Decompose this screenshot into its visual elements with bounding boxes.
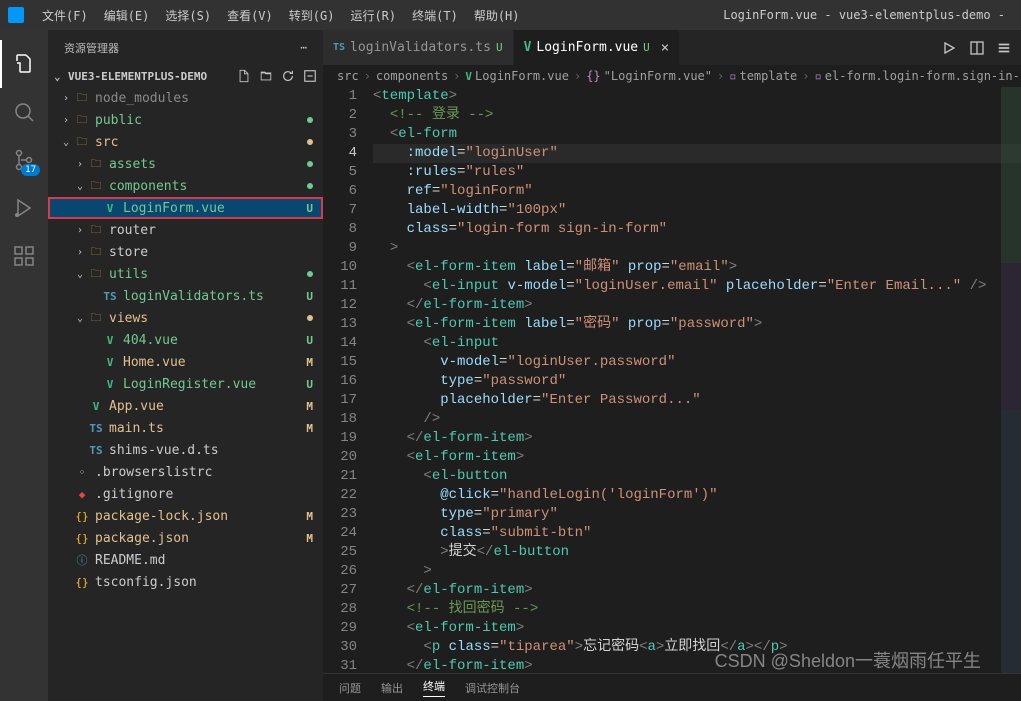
run-debug-icon[interactable]	[0, 184, 48, 232]
new-file-icon[interactable]	[237, 69, 251, 83]
window-title: LoginForm.vue - vue3-elementplus-demo -	[528, 8, 1014, 22]
menu-item[interactable]: 转到(G)	[281, 7, 343, 24]
menu-item[interactable]: 终端(T)	[404, 7, 466, 24]
explorer-icon[interactable]	[0, 40, 48, 88]
more-icon[interactable]	[997, 41, 1011, 55]
menu-item[interactable]: 帮助(H)	[466, 7, 528, 24]
tree-item[interactable]: ›🗀store	[48, 241, 323, 263]
tree-item[interactable]: VLoginRegister.vueU	[48, 373, 323, 395]
file-tree: ›🗀node_modules›🗀public⌄🗀src›🗀assets⌄🗀com…	[48, 87, 323, 701]
project-header[interactable]: ⌄ VUE3-ELEMENTPLUS-DEMO	[48, 65, 323, 87]
tree-item[interactable]: ⌄🗀utils	[48, 263, 323, 285]
sidebar-title: 资源管理器	[64, 40, 119, 56]
breadcrumb-item[interactable]: components	[376, 69, 448, 83]
titlebar: 文件(F)编辑(E)选择(S)查看(V)转到(G)运行(R)终端(T)帮助(H)…	[0, 0, 1021, 30]
tree-item[interactable]: VHome.vueM	[48, 351, 323, 373]
tree-item[interactable]: ◆.gitignore	[48, 483, 323, 505]
tree-item[interactable]: ◦.browserslistrc	[48, 461, 323, 483]
panel-tab[interactable]: 终端	[423, 678, 445, 697]
chevron-down-icon: ⌄	[54, 70, 68, 83]
close-icon[interactable]: ×	[661, 40, 669, 56]
breadcrumb-item[interactable]: template	[739, 69, 797, 83]
panel-tab[interactable]: 输出	[381, 680, 403, 696]
split-icon[interactable]	[969, 40, 985, 56]
gutter: 1234567891011121314151617181920212223242…	[323, 87, 373, 673]
panel-tab[interactable]: 问题	[339, 680, 361, 696]
tree-item[interactable]: ⌄🗀views	[48, 307, 323, 329]
run-icon[interactable]	[941, 40, 957, 56]
more-icon[interactable]: ⋯	[300, 41, 307, 54]
tree-item[interactable]: TSmain.tsM	[48, 417, 323, 439]
tree-item[interactable]: ⌄🗀components	[48, 175, 323, 197]
sidebar: 资源管理器 ⋯ ⌄ VUE3-ELEMENTPLUS-DEMO ›🗀node_m…	[48, 30, 323, 701]
source-control-icon[interactable]: 17	[0, 136, 48, 184]
tree-item[interactable]: {}package-lock.jsonM	[48, 505, 323, 527]
extensions-icon[interactable]	[0, 232, 48, 280]
tree-item[interactable]: ⌄🗀src	[48, 131, 323, 153]
tree-item[interactable]: V404.vueU	[48, 329, 323, 351]
project-name: VUE3-ELEMENTPLUS-DEMO	[68, 70, 207, 83]
scm-badge: 17	[21, 164, 40, 176]
search-icon[interactable]	[0, 88, 48, 136]
new-folder-icon[interactable]	[259, 69, 273, 83]
activitybar: 17	[0, 30, 48, 701]
sidebar-header: 资源管理器 ⋯	[48, 30, 323, 65]
breadcrumb-item[interactable]: el-form.login-form.sign-in-form	[825, 69, 1021, 83]
tree-item[interactable]: ›🗀public	[48, 109, 323, 131]
tree-item[interactable]: {}package.jsonM	[48, 527, 323, 549]
breadcrumb[interactable]: src› components›V LoginForm.vue›{} "Logi…	[323, 65, 1021, 87]
panel-tabs: 问题 输出 终端 调试控制台	[323, 673, 1021, 701]
tree-item[interactable]: {}tsconfig.json	[48, 571, 323, 593]
tree-item[interactable]: TSloginValidators.tsU	[48, 285, 323, 307]
menu-item[interactable]: 运行(R)	[342, 7, 404, 24]
editor-area: TS loginValidators.ts UV LoginForm.vue U…	[323, 30, 1021, 701]
collapse-icon[interactable]	[303, 69, 317, 83]
editor[interactable]: 1234567891011121314151617181920212223242…	[323, 87, 1021, 673]
tree-item[interactable]: VLoginForm.vueU	[48, 197, 323, 219]
panel-tab[interactable]: 调试控制台	[465, 680, 520, 696]
editor-tab[interactable]: V LoginForm.vue U×	[514, 30, 681, 65]
code-content[interactable]: <template> <!-- 登录 --> <el-form :model="…	[373, 87, 1021, 673]
menu-item[interactable]: 编辑(E)	[96, 7, 158, 24]
tree-item[interactable]: ›🗀assets	[48, 153, 323, 175]
menu-item[interactable]: 选择(S)	[157, 7, 219, 24]
menu-item[interactable]: 文件(F)	[34, 7, 96, 24]
minimap[interactable]	[1001, 87, 1021, 673]
breadcrumb-item[interactable]: LoginForm.vue	[475, 69, 569, 83]
editor-tabs: TS loginValidators.ts UV LoginForm.vue U…	[323, 30, 1021, 65]
tree-item[interactable]: ›🗀router	[48, 219, 323, 241]
menu-item[interactable]: 查看(V)	[219, 7, 281, 24]
editor-tab[interactable]: TS loginValidators.ts U	[323, 30, 514, 65]
tree-item[interactable]: ⓘREADME.md	[48, 549, 323, 571]
breadcrumb-item[interactable]: src	[337, 69, 359, 83]
refresh-icon[interactable]	[281, 69, 295, 83]
vscode-icon	[8, 7, 24, 23]
tree-item[interactable]: VApp.vueM	[48, 395, 323, 417]
tree-item[interactable]: TSshims-vue.d.ts	[48, 439, 323, 461]
tree-item[interactable]: ›🗀node_modules	[48, 87, 323, 109]
breadcrumb-item[interactable]: "LoginForm.vue"	[604, 69, 712, 83]
